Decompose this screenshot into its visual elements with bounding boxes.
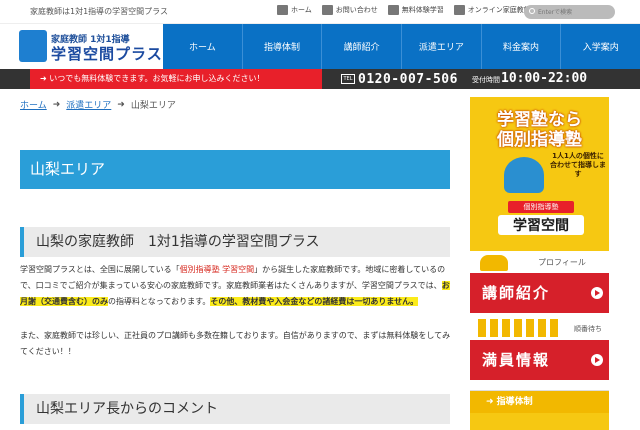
queue-row: 順番待ち <box>470 315 609 339</box>
trial-message[interactable]: ➜ いつでも無料体験できます。お気軽にお申し込みください！ <box>30 69 322 89</box>
breadcrumb-home[interactable]: ホーム <box>20 98 47 111</box>
breadcrumb-current: 山梨エリア <box>130 101 176 111</box>
top-bar: 家庭教師は1対1指導の学習空間プラス ホーム お問い合わせ 無料体験学習 オンラ… <box>0 0 640 24</box>
people-icon <box>480 255 508 271</box>
site-tagline: 家庭教師は1対1指導の学習空間プラス <box>30 7 169 16</box>
hours-value: 10:00-22:00 <box>501 71 588 86</box>
monitor-icon <box>453 5 465 15</box>
students-illustration-icon <box>504 157 544 193</box>
site-logo[interactable]: 家庭教師 1対1指導 学習空間プラス <box>19 30 162 64</box>
chevron-right-icon: ➜ <box>52 99 61 110</box>
top-link-contact[interactable]: お問い合わせ <box>321 5 378 15</box>
top-links: ホーム お問い合わせ 無料体験学習 オンライン家庭教師 <box>277 5 531 15</box>
nav-admission[interactable]: 入学案内 <box>560 24 640 69</box>
breadcrumb-area[interactable]: 派遣エリア <box>66 98 111 111</box>
queue-people-icon <box>478 319 558 337</box>
page-title: 山梨エリア <box>20 150 450 189</box>
document-icon <box>387 5 399 15</box>
profile-row: プロフィール <box>470 253 609 273</box>
breadcrumb: ホーム ➜ 派遣エリア ➜ 山梨エリア <box>20 98 176 112</box>
subnav-guidance[interactable]: ➜ 指導体制 <box>470 391 609 413</box>
phone-number[interactable]: 0120-007-506 <box>358 72 458 87</box>
search-input[interactable] <box>538 6 612 18</box>
juku-link[interactable]: 個別指導塾 学習空間 <box>180 265 255 274</box>
hours-label: 受付時間 <box>472 76 500 84</box>
logo-line2: 学習空間プラス <box>51 45 163 63</box>
mail-icon <box>321 5 333 15</box>
notice-bar: ➜ いつでも無料体験できます。お気軽にお申し込みください！ TEL 0120-0… <box>0 69 640 89</box>
top-link-online[interactable]: オンライン家庭教師 <box>453 5 531 15</box>
highlight-no-fees: その他、教材費や入会金などの諸経費は一切ありません。 <box>210 297 419 306</box>
arrow-right-icon <box>591 287 603 299</box>
nav-guidance[interactable]: 指導体制 <box>241 24 322 69</box>
tel-badge: TEL <box>341 74 355 84</box>
chevron-right-icon: ➜ <box>117 99 125 110</box>
sidebar-subnav: ➜ 指導体制 <box>470 390 609 430</box>
arrow-right-icon <box>591 354 603 366</box>
pro-teacher-paragraph: また、家庭教師では珍しい、正社員のプロ講師も多数在籍しております。自信があります… <box>20 331 451 356</box>
teacher-intro-button[interactable]: 講師紹介 <box>470 273 609 313</box>
juku-banner[interactable]: 学習塾なら 個別指導塾 1人1人の個性に合わせて指導します 個別指導塾 学習空間 <box>470 97 609 251</box>
full-capacity-button[interactable]: 満員情報 <box>470 340 609 380</box>
home-icon <box>277 5 288 15</box>
top-link-home[interactable]: ホーム <box>277 5 312 15</box>
top-link-trial[interactable]: 無料体験学習 <box>387 5 444 15</box>
nav-pricing[interactable]: 料金案内 <box>480 24 561 69</box>
search-box <box>524 5 615 19</box>
search-icon[interactable] <box>529 8 535 14</box>
nav-home[interactable]: ホーム <box>163 24 242 69</box>
section-heading-intro: 山梨の家庭教師 1対1指導の学習空間プラス <box>20 227 450 257</box>
main-nav: ホーム 指導体制 講師紹介 派遣エリア 料金案内 入学案内 <box>163 24 640 69</box>
logo-house-icon <box>19 30 47 62</box>
nav-teachers[interactable]: 講師紹介 <box>321 24 401 69</box>
nav-area[interactable]: 派遣エリア <box>401 24 481 69</box>
intro-paragraph: 学習空間プラスとは、全国に展開している「個別指導塾 学習空間」から誕生した家庭教… <box>20 265 450 306</box>
section-heading-comment: 山梨エリア長からのコメント <box>20 394 450 424</box>
